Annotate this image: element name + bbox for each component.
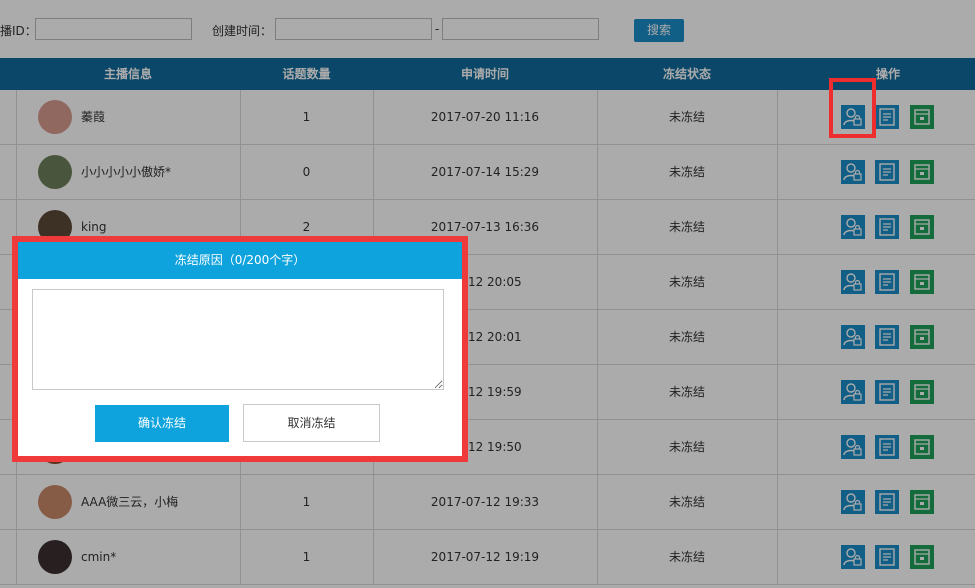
highlight-freeze-button xyxy=(829,78,876,138)
cancel-freeze-button[interactable]: 取消冻结 xyxy=(243,404,380,442)
freeze-reason-textarea[interactable] xyxy=(32,289,444,390)
confirm-freeze-button[interactable]: 确认冻结 xyxy=(95,405,229,442)
freeze-dialog: 冻结原因（0/200个字） 确认冻结 取消冻结 xyxy=(12,236,468,462)
dialog-title: 冻结原因（0/200个字） xyxy=(18,242,462,279)
